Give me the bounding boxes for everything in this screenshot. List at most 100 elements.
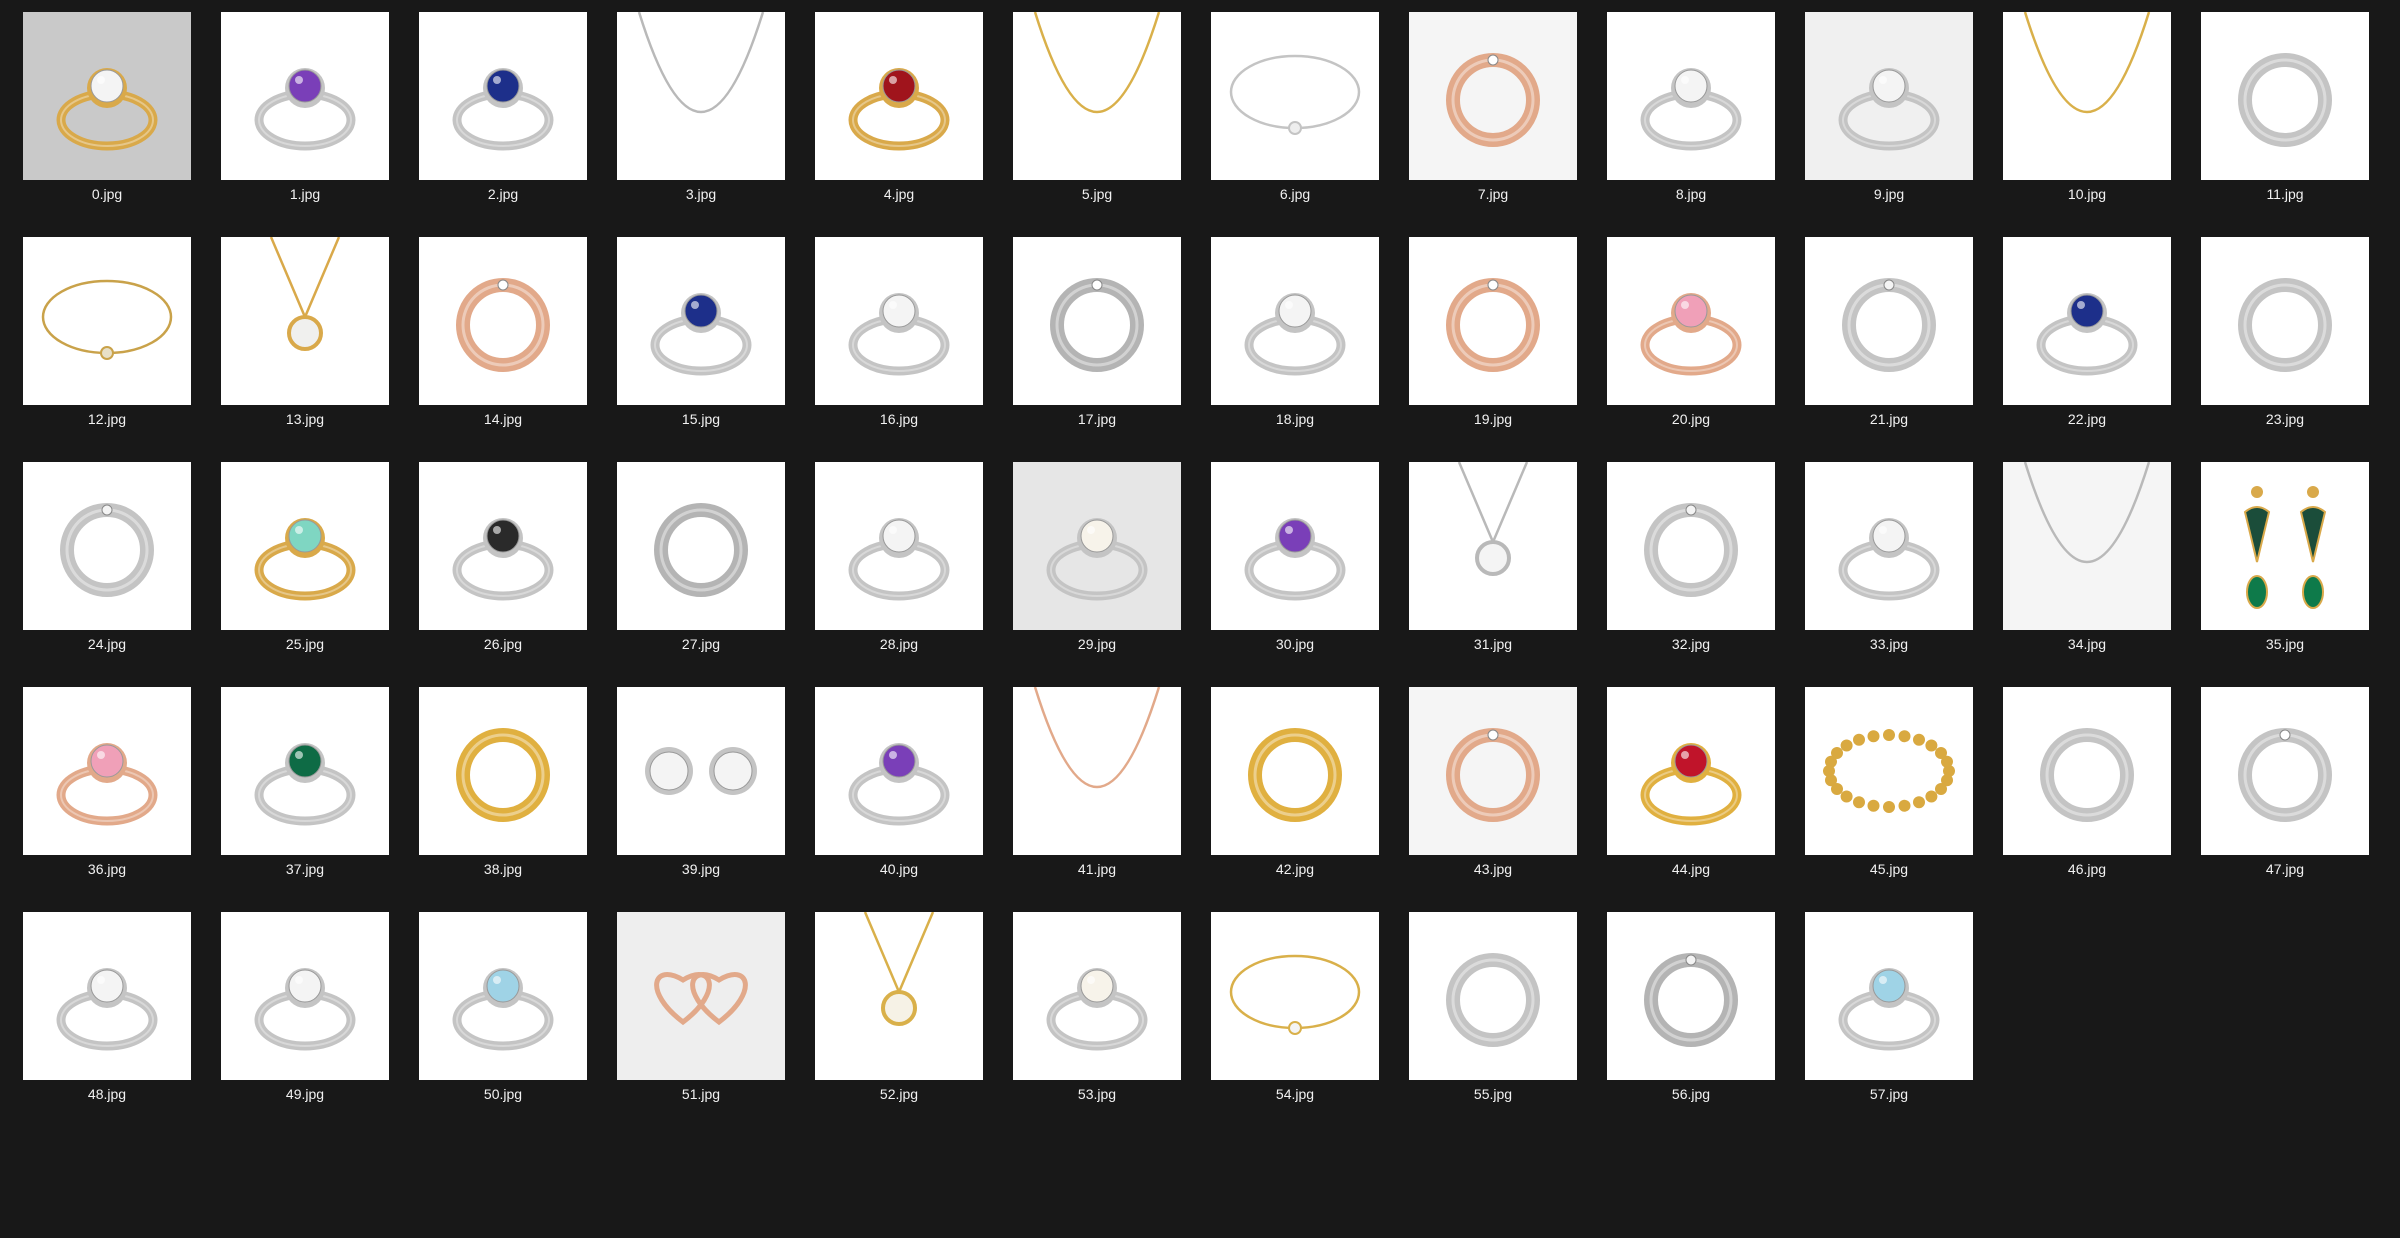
- file-tile[interactable]: 39.jpg: [617, 687, 785, 877]
- file-tile[interactable]: 10.jpg: [2003, 12, 2171, 202]
- thumbnail-image[interactable]: [1013, 912, 1181, 1080]
- file-tile[interactable]: 16.jpg: [815, 237, 983, 427]
- thumbnail-image[interactable]: [1013, 237, 1181, 405]
- file-tile[interactable]: 8.jpg: [1607, 12, 1775, 202]
- thumbnail-image[interactable]: [419, 912, 587, 1080]
- file-tile[interactable]: 51.jpg: [617, 912, 785, 1102]
- thumbnail-image[interactable]: [419, 462, 587, 630]
- file-tile[interactable]: 30.jpg: [1211, 462, 1379, 652]
- thumbnail-image[interactable]: [1607, 687, 1775, 855]
- thumbnail-image[interactable]: [1805, 237, 1973, 405]
- file-tile[interactable]: 18.jpg: [1211, 237, 1379, 427]
- file-tile[interactable]: 9.jpg: [1805, 12, 1973, 202]
- thumbnail-image[interactable]: [1211, 12, 1379, 180]
- file-tile[interactable]: 47.jpg: [2201, 687, 2369, 877]
- thumbnail-image[interactable]: [23, 687, 191, 855]
- file-tile[interactable]: 46.jpg: [2003, 687, 2171, 877]
- file-tile[interactable]: 48.jpg: [23, 912, 191, 1102]
- file-tile[interactable]: 11.jpg: [2201, 12, 2369, 202]
- thumbnail-image[interactable]: [815, 687, 983, 855]
- file-tile[interactable]: 27.jpg: [617, 462, 785, 652]
- file-tile[interactable]: 20.jpg: [1607, 237, 1775, 427]
- thumbnail-image[interactable]: [617, 237, 785, 405]
- thumbnail-image[interactable]: [1013, 12, 1181, 180]
- thumbnail-image[interactable]: [419, 237, 587, 405]
- file-tile[interactable]: 40.jpg: [815, 687, 983, 877]
- thumbnail-image[interactable]: [2201, 237, 2369, 405]
- file-tile[interactable]: 5.jpg: [1013, 12, 1181, 202]
- file-tile[interactable]: 1.jpg: [221, 12, 389, 202]
- file-tile[interactable]: 53.jpg: [1013, 912, 1181, 1102]
- thumbnail-image[interactable]: [1013, 462, 1181, 630]
- thumbnail-image[interactable]: [1409, 687, 1577, 855]
- file-tile[interactable]: 2.jpg: [419, 12, 587, 202]
- thumbnail-image[interactable]: [815, 12, 983, 180]
- file-tile[interactable]: 29.jpg: [1013, 462, 1181, 652]
- thumbnail-image[interactable]: [23, 12, 191, 180]
- file-tile[interactable]: 7.jpg: [1409, 12, 1577, 202]
- thumbnail-image[interactable]: [1805, 12, 1973, 180]
- file-tile[interactable]: 0.jpg: [23, 12, 191, 202]
- file-tile[interactable]: 38.jpg: [419, 687, 587, 877]
- thumbnail-image[interactable]: [1607, 12, 1775, 180]
- thumbnail-image[interactable]: [419, 687, 587, 855]
- file-tile[interactable]: 26.jpg: [419, 462, 587, 652]
- thumbnail-image[interactable]: [815, 462, 983, 630]
- file-tile[interactable]: 34.jpg: [2003, 462, 2171, 652]
- file-tile[interactable]: 44.jpg: [1607, 687, 1775, 877]
- file-tile[interactable]: 19.jpg: [1409, 237, 1577, 427]
- thumbnail-image[interactable]: [1607, 912, 1775, 1080]
- thumbnail-image[interactable]: [617, 12, 785, 180]
- thumbnail-image[interactable]: [1607, 462, 1775, 630]
- thumbnail-image[interactable]: [2201, 687, 2369, 855]
- file-tile[interactable]: 15.jpg: [617, 237, 785, 427]
- file-tile[interactable]: 43.jpg: [1409, 687, 1577, 877]
- thumbnail-image[interactable]: [221, 687, 389, 855]
- thumbnail-image[interactable]: [221, 237, 389, 405]
- thumbnail-image[interactable]: [419, 12, 587, 180]
- file-tile[interactable]: 42.jpg: [1211, 687, 1379, 877]
- file-tile[interactable]: 36.jpg: [23, 687, 191, 877]
- file-tile[interactable]: 55.jpg: [1409, 912, 1577, 1102]
- file-tile[interactable]: 13.jpg: [221, 237, 389, 427]
- file-tile[interactable]: 3.jpg: [617, 12, 785, 202]
- thumbnail-image[interactable]: [1409, 912, 1577, 1080]
- thumbnail-image[interactable]: [1211, 687, 1379, 855]
- file-tile[interactable]: 24.jpg: [23, 462, 191, 652]
- thumbnail-image[interactable]: [1805, 462, 1973, 630]
- file-tile[interactable]: 32.jpg: [1607, 462, 1775, 652]
- file-tile[interactable]: 37.jpg: [221, 687, 389, 877]
- thumbnail-image[interactable]: [617, 687, 785, 855]
- thumbnail-image[interactable]: [2201, 462, 2369, 630]
- thumbnail-image[interactable]: [2201, 12, 2369, 180]
- file-tile[interactable]: 31.jpg: [1409, 462, 1577, 652]
- file-tile[interactable]: 6.jpg: [1211, 12, 1379, 202]
- thumbnail-image[interactable]: [2003, 687, 2171, 855]
- thumbnail-image[interactable]: [221, 912, 389, 1080]
- thumbnail-image[interactable]: [23, 912, 191, 1080]
- file-tile[interactable]: 17.jpg: [1013, 237, 1181, 427]
- thumbnail-image[interactable]: [1805, 912, 1973, 1080]
- file-tile[interactable]: 33.jpg: [1805, 462, 1973, 652]
- thumbnail-image[interactable]: [815, 237, 983, 405]
- thumbnail-image[interactable]: [23, 462, 191, 630]
- file-tile[interactable]: 25.jpg: [221, 462, 389, 652]
- file-tile[interactable]: 41.jpg: [1013, 687, 1181, 877]
- thumbnail-image[interactable]: [1013, 687, 1181, 855]
- file-tile[interactable]: 50.jpg: [419, 912, 587, 1102]
- thumbnail-image[interactable]: [617, 462, 785, 630]
- thumbnail-image[interactable]: [221, 12, 389, 180]
- file-tile[interactable]: 22.jpg: [2003, 237, 2171, 427]
- file-tile[interactable]: 54.jpg: [1211, 912, 1379, 1102]
- thumbnail-image[interactable]: [2003, 12, 2171, 180]
- thumbnail-image[interactable]: [815, 912, 983, 1080]
- thumbnail-image[interactable]: [1409, 12, 1577, 180]
- file-tile[interactable]: 21.jpg: [1805, 237, 1973, 427]
- thumbnail-image[interactable]: [1805, 687, 1973, 855]
- file-tile[interactable]: 52.jpg: [815, 912, 983, 1102]
- thumbnail-image[interactable]: [23, 237, 191, 405]
- thumbnail-image[interactable]: [1607, 237, 1775, 405]
- thumbnail-image[interactable]: [1211, 237, 1379, 405]
- thumbnail-image[interactable]: [1211, 462, 1379, 630]
- file-tile[interactable]: 56.jpg: [1607, 912, 1775, 1102]
